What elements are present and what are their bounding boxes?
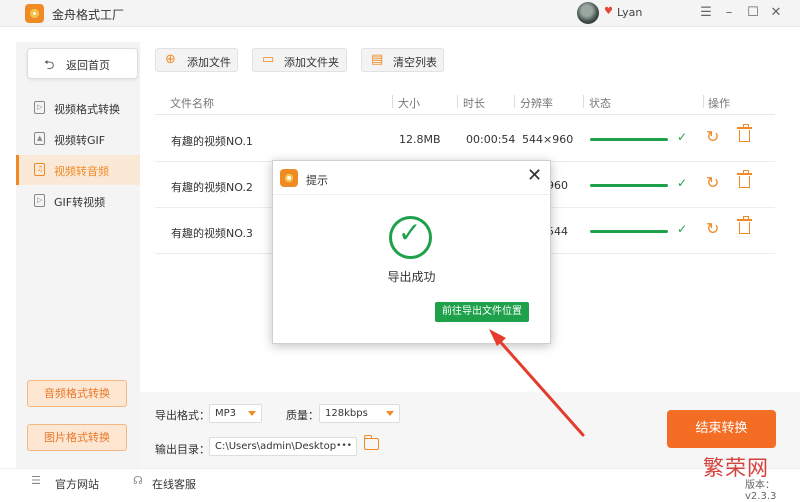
check-icon: ✓ — [677, 176, 688, 190]
file-name: 有趣的视频NO.3 — [171, 227, 253, 240]
audio-format-convert-button[interactable]: 音频格式转换 — [27, 380, 127, 407]
close-icon[interactable]: ✕ — [768, 4, 784, 22]
more-options-icon[interactable]: ••• — [336, 438, 352, 455]
file-name: 有趣的视频NO.1 — [171, 135, 253, 148]
progress-bar — [590, 138, 668, 141]
output-dir-label: 输出目录： — [155, 443, 210, 456]
back-arrow-icon: ⮌ — [44, 58, 55, 73]
sidebar-item-label: GIF转视频 — [54, 196, 106, 209]
clear-list-button[interactable]: ▤ 清空列表 — [361, 48, 444, 72]
dialog-header: 提示 ✕ — [273, 161, 550, 195]
image-format-convert-button[interactable]: 图片格式转换 — [27, 424, 127, 451]
minimize-icon[interactable]: – — [721, 4, 737, 22]
file-size: 12.8MB — [399, 133, 441, 146]
add-file-button[interactable]: ⊕ 添加文件 — [155, 48, 238, 72]
refresh-icon[interactable]: ↻ — [706, 173, 719, 192]
sidebar-item-label: 视频转音频 — [54, 165, 109, 178]
chevron-down-icon — [248, 411, 256, 416]
chevron-down-icon — [386, 411, 394, 416]
app-logo-icon — [280, 169, 298, 187]
column-header-actions: 操作 — [708, 97, 730, 110]
column-divider — [457, 95, 458, 108]
sidebar-item-video-to-audio[interactable]: ♫ 视频转音频 — [16, 155, 140, 185]
website-icon: ☰ — [31, 474, 41, 487]
app-logo-icon — [25, 4, 44, 23]
sidebar-item-video-format[interactable]: ▷ 视频格式转换 — [16, 93, 140, 123]
check-icon: ✓ — [677, 222, 688, 236]
close-icon[interactable]: ✕ — [527, 166, 542, 186]
sidebar-item-gif-to-video[interactable]: ▷ GIF转视频 — [16, 186, 140, 216]
check-icon: ✓ — [677, 130, 688, 144]
user-name[interactable]: Lyan — [617, 6, 642, 19]
back-home-button[interactable]: ⮌ 返回首页 — [27, 48, 138, 79]
column-divider — [703, 95, 704, 108]
app-window: 金舟格式工厂 ♥ Lyan ☰ – ☐ ✕ ⮌ 返回首页 ▷ 视频格式转换 ▲ … — [0, 0, 800, 502]
output-dir-value: C:\Users\admin\Desktop\ — [215, 441, 340, 452]
maximize-icon[interactable]: ☐ — [745, 4, 761, 22]
dialog-title: 提示 — [306, 174, 328, 187]
headset-icon: ☊ — [133, 474, 143, 487]
back-home-label: 返回首页 — [66, 59, 110, 72]
watermark: 繁荣网 — [703, 456, 769, 480]
clear-list-label: 清空列表 — [393, 56, 437, 69]
official-website-link[interactable]: 官方网站 — [55, 476, 99, 492]
sidebar-item-label: 视频格式转换 — [54, 103, 120, 116]
refresh-icon[interactable]: ↻ — [706, 219, 719, 238]
column-header-status: 状态 — [589, 97, 611, 110]
folder-icon: ▭ — [262, 52, 275, 67]
sidebar-item-label: 视频转GIF — [54, 134, 106, 147]
table-row[interactable]: 有趣的视频NO.1 12.8MB 00:00:54 544×960 ✓ ↻ — [155, 116, 775, 162]
sidebar-item-video-to-gif[interactable]: ▲ 视频转GIF — [16, 124, 140, 154]
app-title: 金舟格式工厂 — [52, 8, 125, 22]
trash-icon[interactable] — [737, 216, 752, 234]
video-file-icon: ▷ — [34, 194, 45, 207]
column-header-size: 大小 — [398, 97, 420, 110]
add-file-label: 添加文件 — [187, 56, 231, 69]
quality-label: 质量： — [286, 409, 319, 422]
trash-icon[interactable] — [737, 124, 752, 142]
avatar[interactable] — [577, 2, 599, 24]
export-format-select[interactable]: MP3 — [209, 404, 262, 423]
menu-icon[interactable]: ☰ — [698, 4, 714, 22]
export-format-value: MP3 — [215, 408, 237, 419]
output-dir-field[interactable]: C:\Users\admin\Desktop\ ••• — [209, 437, 357, 456]
success-check-icon: ✓ — [389, 216, 432, 259]
refresh-icon[interactable]: ↻ — [706, 127, 719, 146]
broom-icon: ▤ — [371, 52, 384, 67]
quality-value: 128kbps — [325, 408, 368, 419]
column-divider — [583, 95, 584, 108]
title-bar: 金舟格式工厂 ♥ Lyan ☰ – ☐ ✕ — [0, 0, 800, 27]
column-header-duration: 时长 — [463, 97, 485, 110]
column-divider — [392, 95, 393, 108]
online-support-link[interactable]: 在线客服 — [152, 476, 196, 492]
folder-icon[interactable] — [363, 435, 379, 450]
add-folder-button[interactable]: ▭ 添加文件夹 — [252, 48, 347, 72]
dialog-message: 导出成功 — [387, 270, 436, 284]
footer — [0, 468, 800, 486]
vip-heart-icon: ♥ — [604, 6, 613, 17]
progress-bar — [590, 184, 668, 187]
stop-convert-button[interactable]: 结束转换 — [667, 410, 776, 448]
quality-select[interactable]: 128kbps — [319, 404, 400, 423]
export-success-dialog: 提示 ✕ ✓ 导出成功 前往导出文件位置 — [272, 160, 551, 344]
file-name: 有趣的视频NO.2 — [171, 181, 253, 194]
column-divider — [514, 95, 515, 108]
open-export-location-button[interactable]: 前往导出文件位置 — [435, 302, 529, 322]
column-header-name: 文件名称 — [170, 97, 214, 110]
video-file-icon: ▷ — [34, 101, 45, 114]
add-circle-icon: ⊕ — [165, 52, 176, 67]
column-header-resolution: 分辨率 — [520, 97, 553, 110]
header-divider — [155, 114, 775, 115]
progress-bar — [590, 230, 668, 233]
export-format-label: 导出格式： — [155, 409, 210, 422]
trash-icon[interactable] — [737, 170, 752, 188]
file-resolution: 544×960 — [522, 133, 574, 146]
add-folder-label: 添加文件夹 — [284, 56, 339, 69]
image-file-icon: ▲ — [34, 132, 45, 145]
file-duration: 00:00:54 — [466, 133, 516, 146]
audio-file-icon: ♫ — [34, 163, 45, 176]
